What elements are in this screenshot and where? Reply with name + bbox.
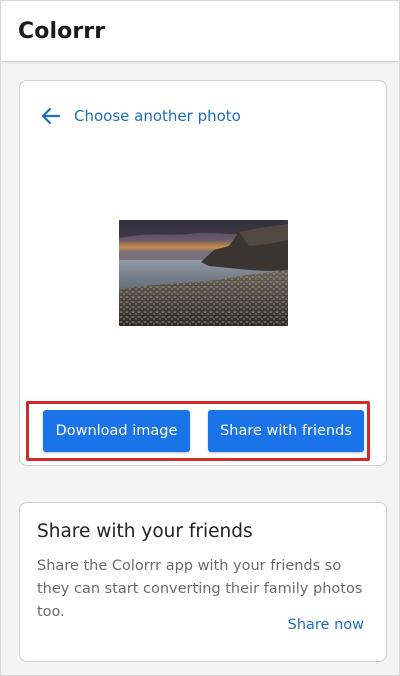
share-with-friends-button[interactable]: Share with friends — [208, 410, 364, 452]
choose-another-photo-link[interactable]: Choose another photo — [40, 103, 241, 129]
share-card-heading: Share with your friends — [37, 521, 253, 542]
app-bar: Colorrr — [1, 1, 399, 61]
photo-card: Choose another photo Download image Shar… — [19, 80, 387, 466]
app-screen: Colorrr Choose another photo Download im… — [0, 0, 400, 676]
share-card-body: Share the Colorrr app with your friends … — [37, 558, 363, 620]
share-now-link[interactable]: Share now — [288, 617, 364, 633]
download-image-button[interactable]: Download image — [43, 410, 190, 452]
app-title: Colorrr — [18, 18, 106, 44]
choose-another-photo-label[interactable]: Choose another photo — [74, 107, 241, 125]
share-card: Share with your friends Share the Colorr… — [19, 502, 387, 662]
arrow-left-icon[interactable] — [40, 105, 62, 127]
converted-photo — [119, 220, 288, 326]
